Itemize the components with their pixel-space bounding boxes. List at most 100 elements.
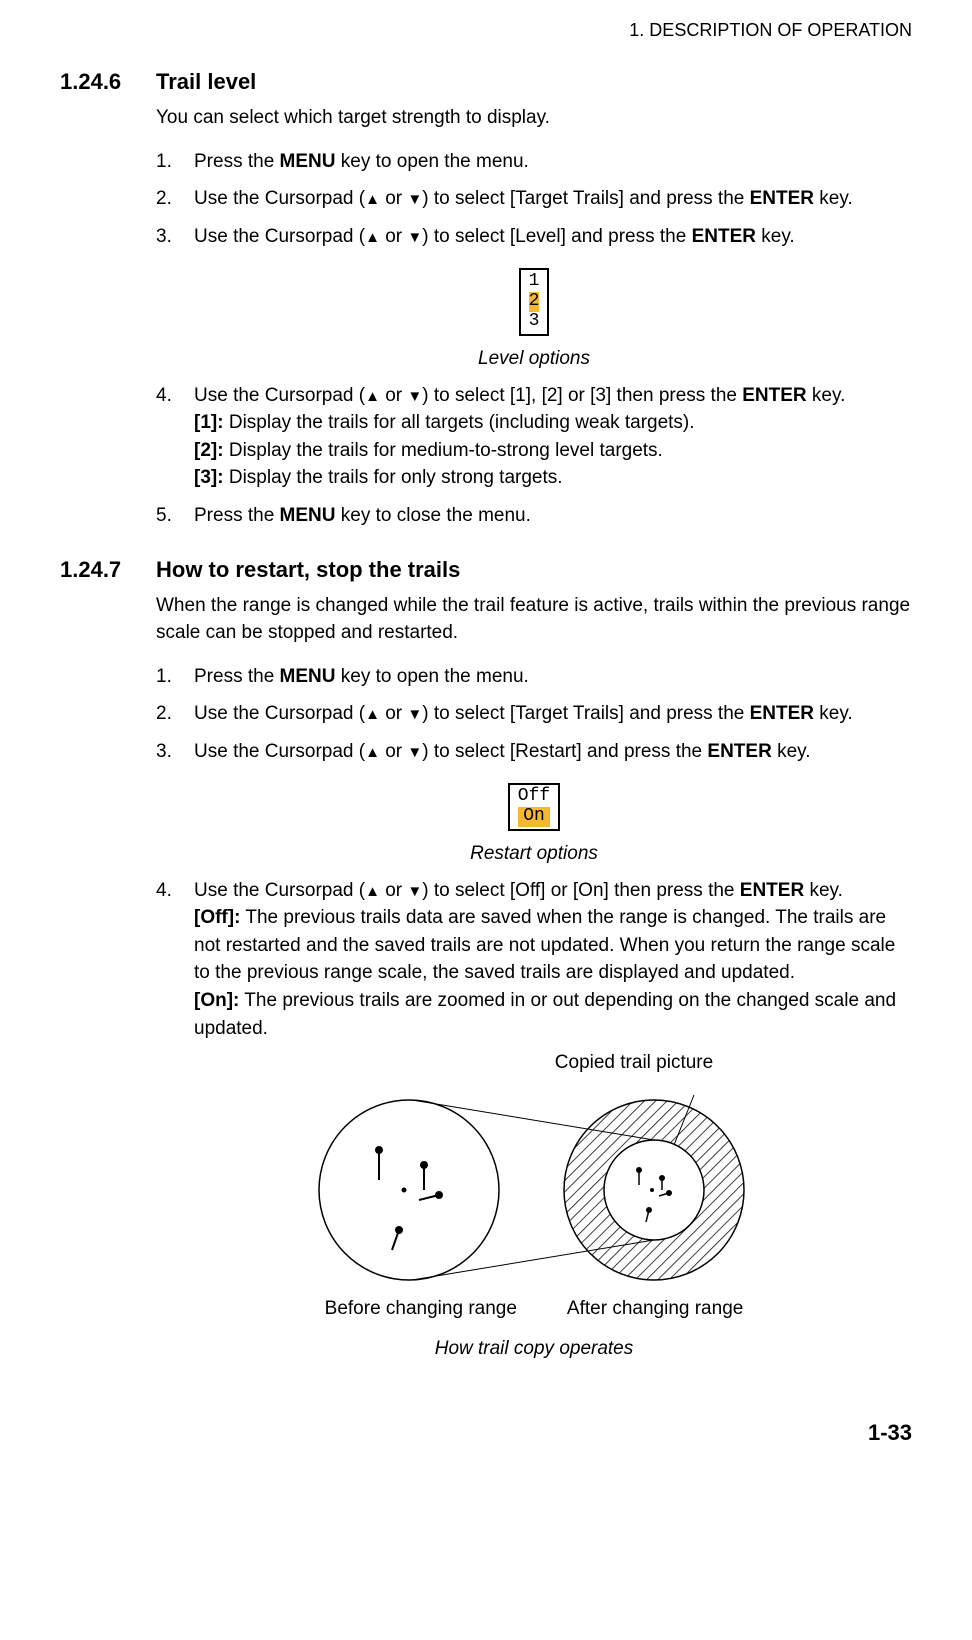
key-name: MENU <box>280 666 336 687</box>
option-desc: The previous trails data are saved when … <box>194 907 895 983</box>
step-text: Use the Cursorpad ( <box>194 880 365 901</box>
diagram-top-label: Copied trail picture <box>356 1052 912 1074</box>
step-text: key to close the menu. <box>336 505 531 526</box>
step-text: ) to select [Restart] and press the <box>422 741 707 762</box>
intro-paragraph: You can select which target strength to … <box>156 105 912 132</box>
down-triangle-icon <box>407 385 422 406</box>
menu-option: Off <box>518 787 550 807</box>
step-text: ) to select [Target Trails] and press th… <box>422 703 749 724</box>
step-text: or <box>380 385 407 406</box>
menu-option: 3 <box>529 312 540 332</box>
option-desc: Display the trails for all targets (incl… <box>224 412 695 433</box>
key-name: MENU <box>280 151 336 172</box>
step-text: Press the <box>194 505 280 526</box>
step-number: 4. <box>156 382 194 492</box>
step-text: Use the Cursorpad ( <box>194 385 365 406</box>
step-text: ) to select [1], [2] or [3] then press t… <box>422 385 742 406</box>
step-number: 2. <box>156 185 194 213</box>
diagram-left-label: Before changing range <box>325 1298 517 1320</box>
option-desc: Display the trails for medium-to-strong … <box>224 440 663 461</box>
step-text: key to open the menu. <box>336 151 529 172</box>
option-label: [2]: <box>194 440 224 461</box>
option-label: [Off]: <box>194 907 240 928</box>
key-name: ENTER <box>707 741 771 762</box>
option-label: [On]: <box>194 990 239 1011</box>
step-text: or <box>380 741 407 762</box>
restart-options-box: Off On <box>508 783 560 831</box>
step-number: 1. <box>156 663 194 691</box>
key-name: ENTER <box>692 226 756 247</box>
step-number: 3. <box>156 223 194 251</box>
step-item: 3. Use the Cursorpad ( or ) to select [L… <box>156 223 912 251</box>
step-text: Use the Cursorpad ( <box>194 226 365 247</box>
up-triangle-icon <box>365 385 380 406</box>
option-desc: The previous trails are zoomed in or out… <box>194 990 896 1039</box>
level-options-box: 1 2 3 <box>519 268 550 335</box>
down-triangle-icon <box>407 741 422 762</box>
up-triangle-icon <box>365 741 380 762</box>
step-number: 2. <box>156 700 194 728</box>
down-triangle-icon <box>407 188 422 209</box>
step-text: ) to select [Off] or [On] then press the <box>422 880 740 901</box>
section-number: 1.24.7 <box>60 557 156 583</box>
step-text: key. <box>756 226 795 247</box>
figure-caption: How trail copy operates <box>156 1338 912 1360</box>
key-name: MENU <box>280 505 336 526</box>
step-item: 1. Press the MENU key to open the menu. <box>156 663 912 691</box>
step-text: or <box>380 703 407 724</box>
section-title: How to restart, stop the trails <box>156 557 460 583</box>
step-text: key. <box>804 880 843 901</box>
step-text: key. <box>814 703 853 724</box>
option-label: [1]: <box>194 412 224 433</box>
intro-paragraph: When the range is changed while the trai… <box>156 593 912 646</box>
step-item: 4. Use the Cursorpad ( or ) to select [1… <box>156 382 912 492</box>
step-number: 3. <box>156 738 194 766</box>
step-text: or <box>380 226 407 247</box>
step-number: 5. <box>156 502 194 530</box>
step-text: key. <box>772 741 811 762</box>
menu-option-selected: On <box>518 807 550 827</box>
step-text: ) to select [Target Trails] and press th… <box>422 188 749 209</box>
menu-option-selected: 2 <box>529 292 540 312</box>
step-text: Press the <box>194 151 280 172</box>
down-triangle-icon <box>407 226 422 247</box>
section-number: 1.24.6 <box>60 69 156 95</box>
page-header: 1. DESCRIPTION OF OPERATION <box>60 20 912 41</box>
section-title: Trail level <box>156 69 256 95</box>
up-triangle-icon <box>365 880 380 901</box>
step-text: Use the Cursorpad ( <box>194 703 365 724</box>
step-item: 3. Use the Cursorpad ( or ) to select [R… <box>156 738 912 766</box>
step-item: 1. Press the MENU key to open the menu. <box>156 148 912 176</box>
step-text: Use the Cursorpad ( <box>194 188 365 209</box>
step-text: Use the Cursorpad ( <box>194 741 365 762</box>
step-text: or <box>380 188 407 209</box>
option-label: [3]: <box>194 467 224 488</box>
up-triangle-icon <box>365 226 380 247</box>
step-text: or <box>380 880 407 901</box>
step-text: key. <box>814 188 853 209</box>
step-text: key. <box>807 385 846 406</box>
step-item: 2. Use the Cursorpad ( or ) to select [T… <box>156 700 912 728</box>
menu-option: 1 <box>529 272 540 292</box>
key-name: ENTER <box>750 188 814 209</box>
diagram-right-label: After changing range <box>567 1298 743 1320</box>
option-desc: Display the trails for only strong targe… <box>224 467 563 488</box>
key-name: ENTER <box>740 880 804 901</box>
down-triangle-icon <box>407 703 422 724</box>
figure-caption: Level options <box>156 348 912 370</box>
key-name: ENTER <box>742 385 806 406</box>
key-name: ENTER <box>750 703 814 724</box>
step-text: ) to select [Level] and press the <box>422 226 691 247</box>
up-triangle-icon <box>365 703 380 724</box>
down-triangle-icon <box>407 880 422 901</box>
step-text: key to open the menu. <box>336 666 529 687</box>
step-item: 4. Use the Cursorpad ( or ) to select [O… <box>156 877 912 1042</box>
figure-caption: Restart options <box>156 843 912 865</box>
up-triangle-icon <box>365 188 380 209</box>
trail-copy-diagram <box>304 1090 764 1290</box>
step-text: Press the <box>194 666 280 687</box>
page-number: 1-33 <box>60 1420 912 1446</box>
step-item: 5. Press the MENU key to close the menu. <box>156 502 912 530</box>
step-number: 4. <box>156 877 194 1042</box>
step-number: 1. <box>156 148 194 176</box>
